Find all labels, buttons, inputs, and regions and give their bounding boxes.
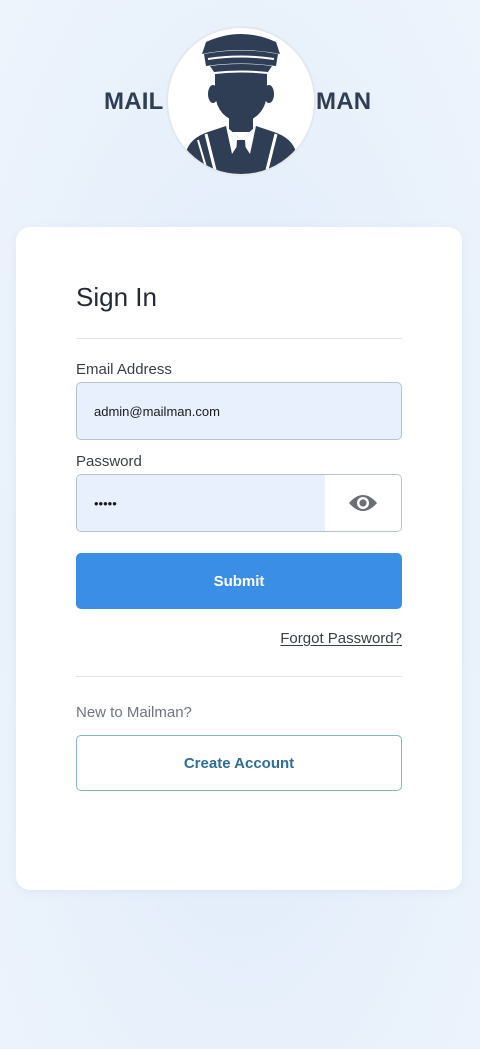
- password-label: Password: [76, 453, 142, 470]
- signin-card: Sign In Email Address Password Submit Fo…: [16, 227, 462, 890]
- brand-text-left: MAIL: [104, 88, 164, 115]
- create-account-button[interactable]: Create Account: [76, 735, 402, 791]
- password-field[interactable]: [77, 475, 326, 531]
- show-password-button[interactable]: [325, 475, 401, 531]
- email-label: Email Address: [76, 361, 172, 378]
- email-field[interactable]: [76, 382, 402, 440]
- eye-icon: [349, 495, 377, 511]
- submit-button[interactable]: Submit: [76, 553, 402, 609]
- brand-text-right: MAN: [316, 88, 372, 115]
- new-user-prompt: New to Mailman?: [76, 704, 192, 721]
- mailman-avatar-icon: [168, 28, 314, 174]
- title-divider: [76, 338, 402, 339]
- app-header: MAIL MAN: [0, 26, 480, 176]
- password-group: [76, 474, 402, 532]
- page-title: Sign In: [76, 282, 157, 312]
- forgot-password-link[interactable]: Forgot Password?: [280, 630, 402, 647]
- section-divider: [76, 676, 402, 677]
